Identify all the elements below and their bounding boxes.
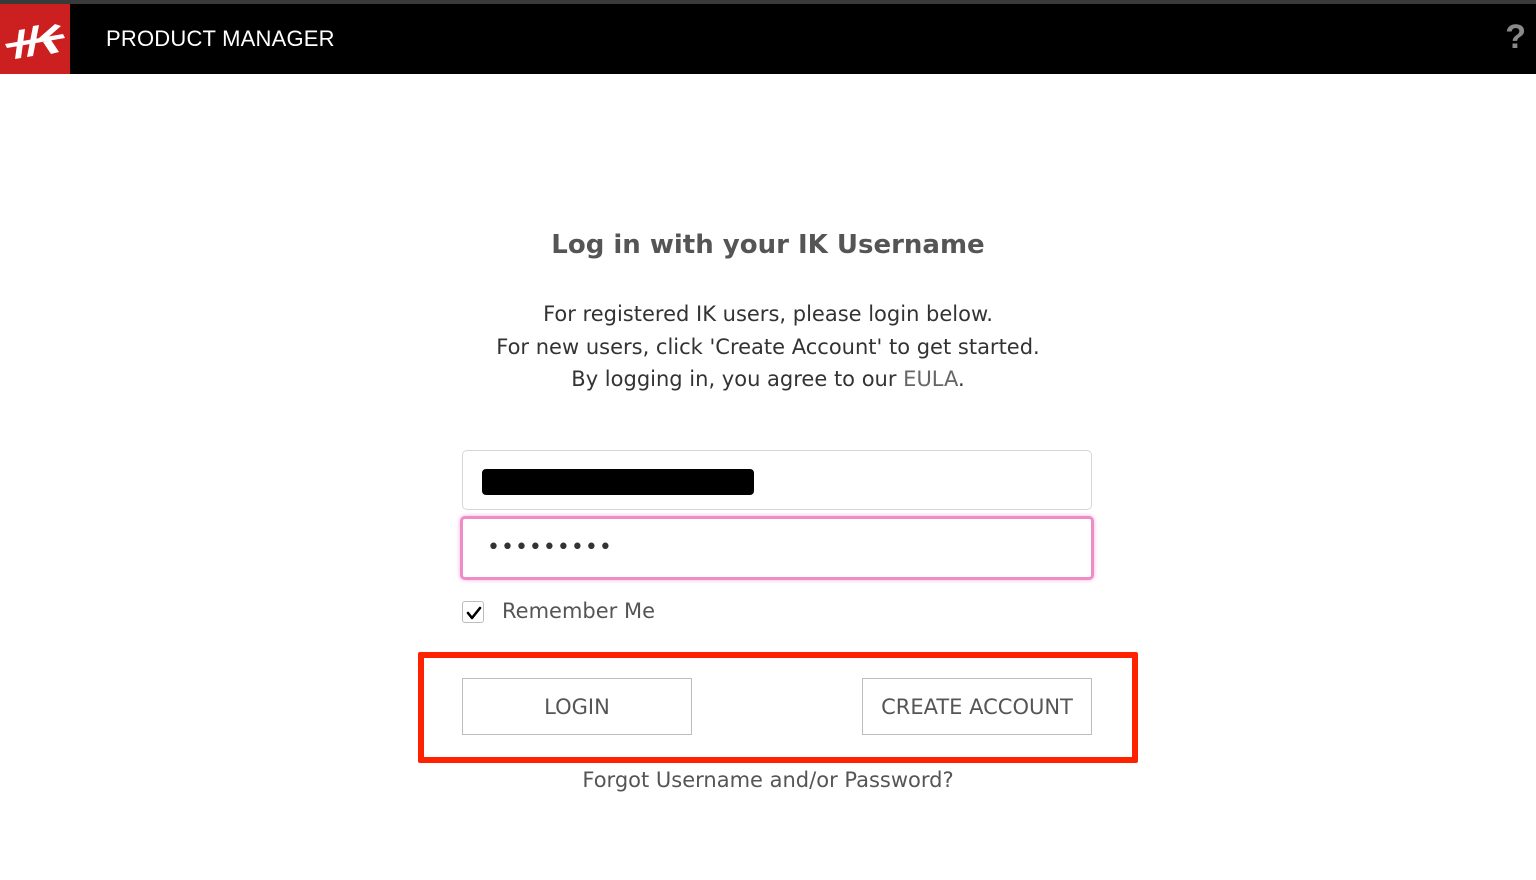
- intro-line-3: By logging in, you agree to our EULA.: [0, 363, 1536, 396]
- login-instructions: For registered IK users, please login be…: [0, 298, 1536, 396]
- ik-logo-icon: [5, 24, 65, 59]
- ik-logo[interactable]: [0, 4, 70, 74]
- login-button[interactable]: LOGIN: [462, 678, 692, 735]
- app-title: PRODUCT MANAGER: [106, 26, 335, 51]
- page-title: Log in with your IK Username: [551, 230, 985, 260]
- eula-link[interactable]: EULA: [903, 367, 958, 391]
- password-field[interactable]: •••••••••: [460, 516, 1094, 580]
- remember-me-label[interactable]: Remember Me: [502, 599, 655, 623]
- intro-line-2: For new users, click 'Create Account' to…: [496, 334, 1040, 359]
- username-field[interactable]: [462, 450, 1092, 510]
- create-account-button[interactable]: CREATE ACCOUNT: [862, 678, 1092, 735]
- intro-line-1: For registered IK users, please login be…: [543, 302, 993, 326]
- help-icon[interactable]: ?: [1505, 18, 1526, 57]
- password-value: •••••••••: [487, 535, 613, 560]
- remember-me-checkbox[interactable]: [462, 601, 484, 623]
- intro-line-3-suffix: .: [958, 367, 965, 391]
- checkmark-icon: [466, 606, 482, 620]
- forgot-credentials-link[interactable]: Forgot Username and/or Password?: [0, 768, 1536, 792]
- redacted-username: [482, 469, 754, 495]
- app-header: PRODUCT MANAGER ?: [0, 4, 1536, 74]
- intro-line-3-prefix: By logging in, you agree to our: [571, 367, 904, 391]
